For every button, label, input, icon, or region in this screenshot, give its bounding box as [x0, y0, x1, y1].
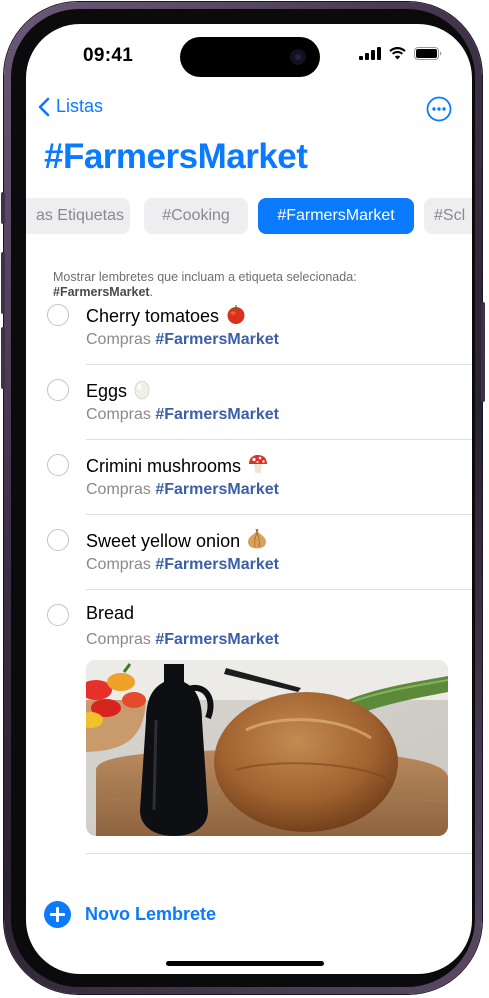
row-divider	[86, 514, 472, 515]
ellipsis-circle-icon	[426, 96, 452, 122]
filter-hint-suffix: .	[149, 285, 154, 299]
bread-photo-image	[86, 660, 448, 836]
onion-icon	[248, 528, 267, 549]
completion-circle[interactable]	[47, 529, 69, 551]
battery-icon	[414, 46, 442, 60]
screen: 09:41 Listas #FarmersMarket as Etiquetas…	[26, 24, 472, 974]
front-camera-icon	[290, 49, 306, 65]
reminder-list-name: Compras	[86, 481, 151, 498]
status-icons	[359, 46, 442, 60]
cellular-signal-icon	[359, 46, 381, 60]
reminder-title[interactable]: Bread	[86, 603, 134, 624]
tag-chip-all-tags[interactable]: as Etiquetas	[26, 198, 130, 234]
row-divider	[86, 364, 472, 365]
reminder-title[interactable]: Cherry tomatoes	[86, 303, 247, 327]
more-options-button[interactable]	[426, 96, 452, 127]
tomato-icon	[227, 305, 245, 324]
status-time: 09:41	[83, 45, 134, 66]
plus-circle-icon	[44, 901, 71, 928]
row-divider	[86, 589, 472, 590]
back-button[interactable]: Listas	[38, 96, 103, 117]
dynamic-island	[180, 37, 320, 77]
page-title: #FarmersMarket	[44, 137, 308, 176]
reminder-subtitle: Compras #FarmersMarket	[86, 556, 279, 574]
new-reminder-label: Novo Lembrete	[85, 904, 217, 924]
action-button	[1, 192, 5, 224]
reminder-subtitle: Compras #FarmersMarket	[86, 331, 279, 349]
new-reminder-button[interactable]: Novo Lembrete	[44, 901, 216, 928]
reminder-list-name: Compras	[86, 331, 151, 348]
reminder-list-name: Compras	[86, 631, 151, 648]
completion-circle[interactable]	[47, 379, 69, 401]
completion-circle[interactable]	[47, 454, 69, 476]
bread-photo[interactable]	[86, 660, 448, 836]
row-divider	[86, 439, 472, 440]
filter-hint-text: Mostrar lembretes que incluam a etiqueta…	[53, 270, 357, 284]
reminder-title[interactable]: Sweet yellow onion	[86, 528, 268, 552]
filter-hint: Mostrar lembretes que incluam a etiqueta…	[53, 270, 413, 300]
side-power-button	[481, 302, 485, 402]
reminder-subtitle: Compras #FarmersMarket	[86, 631, 279, 649]
back-button-label: Listas	[56, 96, 104, 116]
filter-hint-tag: #FarmersMarket	[53, 285, 150, 299]
mushroom-icon	[249, 455, 268, 473]
egg-icon	[134, 380, 150, 400]
reminder-title[interactable]: Crimini mushrooms	[86, 453, 269, 477]
reminder-tag[interactable]: #FarmersMarket	[155, 631, 279, 648]
row-divider	[86, 853, 472, 854]
phone-frame: 09:41 Listas #FarmersMarket as Etiquetas…	[1, 2, 485, 994]
reminder-title[interactable]: Eggs	[86, 378, 151, 402]
volume-down-button	[1, 327, 5, 389]
tag-chip-farmersmarket[interactable]: #FarmersMarket	[258, 198, 414, 234]
reminder-list-name: Compras	[86, 406, 151, 423]
tag-chip-cooking[interactable]: #Cooking	[144, 198, 248, 234]
reminder-tag[interactable]: #FarmersMarket	[155, 331, 279, 348]
reminder-tag[interactable]: #FarmersMarket	[155, 556, 279, 573]
reminder-tag[interactable]: #FarmersMarket	[155, 406, 279, 423]
reminder-tag[interactable]: #FarmersMarket	[155, 481, 279, 498]
tag-chip-bar[interactable]: as Etiquetas #Cooking #FarmersMarket #Sc…	[26, 198, 472, 234]
tag-chip-partial[interactable]: #Scl	[424, 198, 472, 234]
reminder-list-name: Compras	[86, 556, 151, 573]
reminder-subtitle: Compras #FarmersMarket	[86, 406, 279, 424]
reminder-subtitle: Compras #FarmersMarket	[86, 481, 279, 499]
volume-up-button	[1, 252, 5, 314]
home-indicator[interactable]	[166, 961, 324, 966]
chevron-left-icon	[38, 97, 50, 116]
completion-circle[interactable]	[47, 604, 69, 626]
wifi-icon	[389, 47, 406, 60]
completion-circle[interactable]	[47, 304, 69, 326]
